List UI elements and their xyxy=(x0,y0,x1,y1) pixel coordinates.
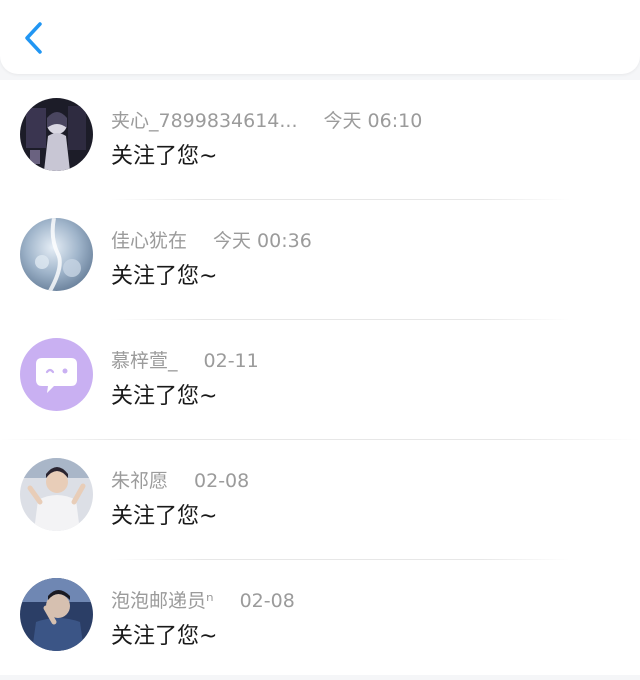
top-bar xyxy=(0,0,640,74)
notification-message: 关注了您~ xyxy=(111,384,218,409)
timestamp: 今天 00:36 xyxy=(213,230,312,252)
list-item[interactable]: 慕梓萱_ 02-11 关注了您~ xyxy=(0,320,640,440)
back-button[interactable] xyxy=(14,18,54,58)
avatar[interactable] xyxy=(20,578,93,651)
avatar[interactable] xyxy=(20,338,93,411)
username[interactable]: 佳心犹在 xyxy=(111,230,187,252)
timestamp: 02-08 xyxy=(239,590,295,612)
username[interactable]: 夹心_7899834614... xyxy=(111,110,298,132)
avatar[interactable] xyxy=(20,218,93,291)
timestamp: 02-11 xyxy=(203,350,259,372)
list-item[interactable]: 夹心_7899834614... 今天 06:10 关注了您~ xyxy=(0,80,640,200)
item-meta: 佳心犹在 今天 00:36 xyxy=(111,226,312,253)
username[interactable]: 朱祁愿 xyxy=(111,470,168,492)
list-item[interactable]: 泡泡邮递员ⁿ 02-08 关注了您~ xyxy=(0,560,640,680)
follower-notification-list: 夹心_7899834614... 今天 06:10 关注了您~ 佳心犹在 今天 … xyxy=(0,80,640,675)
username[interactable]: 泡泡邮递员ⁿ xyxy=(111,590,214,612)
notification-message: 关注了您~ xyxy=(111,624,218,649)
notification-message: 关注了您~ xyxy=(111,144,218,169)
username[interactable]: 慕梓萱_ xyxy=(111,350,178,372)
notification-message: 关注了您~ xyxy=(111,264,218,289)
item-meta: 慕梓萱_ 02-11 xyxy=(111,346,259,373)
chevron-left-icon xyxy=(25,22,42,54)
timestamp: 今天 06:10 xyxy=(323,110,423,132)
notification-message: 关注了您~ xyxy=(111,504,218,529)
list-item[interactable]: 朱祁愿 02-08 关注了您~ xyxy=(0,440,640,560)
timestamp: 02-08 xyxy=(194,470,250,492)
item-meta: 夹心_7899834614... 今天 06:10 xyxy=(111,106,422,133)
avatar[interactable] xyxy=(20,98,93,171)
avatar[interactable] xyxy=(20,458,93,531)
list-item[interactable]: 佳心犹在 今天 00:36 关注了您~ xyxy=(0,200,640,320)
item-meta: 朱祁愿 02-08 xyxy=(111,466,249,493)
item-meta: 泡泡邮递员ⁿ 02-08 xyxy=(111,586,295,613)
